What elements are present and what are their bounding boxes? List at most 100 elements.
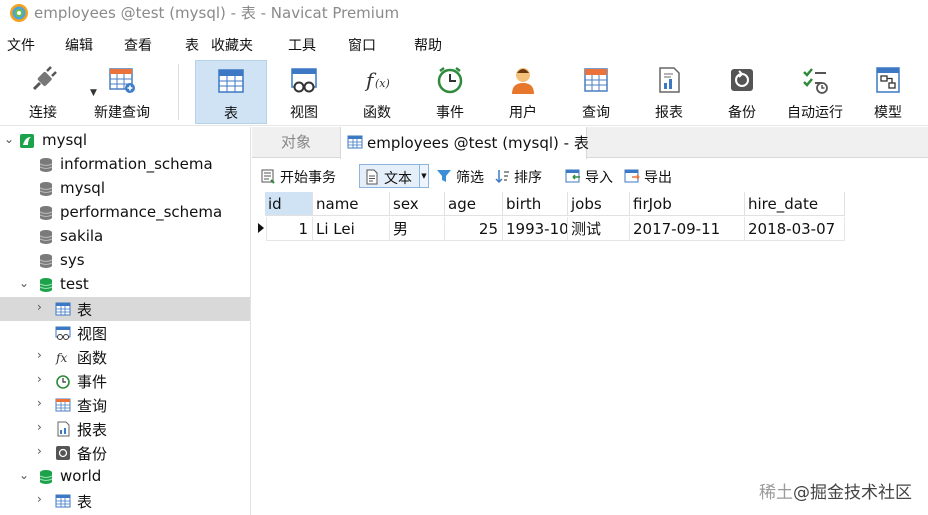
tree-node-label: mysql: [60, 179, 105, 197]
tree-node-label: world: [60, 467, 102, 485]
event-button[interactable]: 事件: [416, 60, 484, 124]
query-icon: [584, 68, 608, 92]
tree-node-label: 事件: [77, 373, 108, 391]
column-header-name[interactable]: name: [313, 192, 390, 216]
filter-label: 筛选: [456, 170, 484, 186]
view-button[interactable]: 视图: [270, 60, 338, 124]
import-label: 导入: [585, 170, 613, 186]
menu-tools[interactable]: 工具: [288, 35, 316, 55]
cell-name[interactable]: Li Lei: [313, 217, 390, 241]
database-icon: [39, 158, 53, 172]
chevron-right-icon[interactable]: ›: [37, 348, 42, 362]
user-button[interactable]: 用户: [489, 60, 557, 124]
svg-text:(x): (x): [375, 77, 390, 90]
column-header-firjob[interactable]: firJob: [630, 192, 745, 216]
tree-node-label: information_schema: [60, 155, 213, 173]
column-header-age[interactable]: age: [445, 192, 503, 216]
cell-id[interactable]: 1: [267, 217, 313, 241]
column-header-sex[interactable]: sex: [390, 192, 445, 216]
query-button[interactable]: 查询: [562, 60, 630, 124]
column-header-birth[interactable]: birth: [503, 192, 568, 216]
report-icon: [659, 67, 680, 93]
text-view-button[interactable]: 文本 ▼: [359, 164, 429, 188]
function-label: 函数: [363, 105, 391, 121]
database-icon: [39, 182, 53, 196]
plug-icon: [32, 66, 57, 91]
chevron-down-icon[interactable]: ⌄: [4, 132, 14, 146]
column-header-hire-date[interactable]: hire_date: [745, 192, 845, 216]
tree-connection-mysql[interactable]: ⌄ mysql: [0, 129, 250, 153]
cell-firjob[interactable]: 2017-09-11: [630, 217, 745, 241]
automation-button[interactable]: 自动运行: [781, 60, 849, 124]
tree-db-mysql[interactable]: mysql: [0, 177, 250, 201]
menu-table[interactable]: 表: [185, 35, 199, 55]
svg-text:fx: fx: [55, 351, 67, 365]
cell-hire-date[interactable]: 2018-03-07: [745, 217, 845, 241]
tree-item-functions[interactable]: › fx 函数: [0, 345, 250, 369]
tab-objects[interactable]: 对象: [252, 127, 340, 158]
tree-node-label: sys: [60, 251, 85, 269]
tree-item-tables[interactable]: › 表: [0, 297, 250, 321]
model-button[interactable]: 模型: [854, 60, 922, 124]
tree-db-world[interactable]: ⌄ world: [0, 465, 250, 489]
connect-button[interactable]: 连接 ▼: [14, 60, 97, 124]
tree-node-label: mysql: [42, 131, 87, 149]
tree-item-tables[interactable]: › 表: [0, 489, 250, 513]
cell-jobs[interactable]: 测试: [568, 217, 630, 241]
chevron-right-icon[interactable]: ›: [37, 372, 42, 386]
tree-item-reports[interactable]: › 报表: [0, 417, 250, 441]
function-button[interactable]: f (x) 函数: [343, 60, 411, 124]
watermark-text: @掘金技术社区: [793, 483, 912, 503]
menu-view[interactable]: 查看: [124, 35, 152, 55]
cell-age[interactable]: 25: [445, 217, 503, 241]
tree-db-sys[interactable]: sys: [0, 249, 250, 273]
tree-item-events[interactable]: › 事件: [0, 369, 250, 393]
database-open-icon: [39, 470, 53, 484]
menu-edit[interactable]: 编辑: [65, 35, 93, 55]
tree-db-performance-schema[interactable]: performance_schema: [0, 201, 250, 225]
chevron-right-icon[interactable]: ›: [37, 396, 42, 410]
report-button[interactable]: 报表: [635, 60, 703, 124]
column-header-jobs[interactable]: jobs: [568, 192, 630, 216]
cell-sex[interactable]: 男: [390, 217, 445, 241]
query-label: 查询: [582, 105, 610, 121]
tree-item-backups[interactable]: › 备份: [0, 441, 250, 465]
chevron-down-icon[interactable]: ▼: [419, 164, 429, 188]
chevron-down-icon[interactable]: ⌄: [19, 276, 29, 290]
chevron-right-icon[interactable]: ›: [37, 300, 42, 314]
tree-node-label: 函数: [77, 349, 108, 367]
report-label: 报表: [655, 105, 683, 121]
table-button[interactable]: 表: [195, 60, 267, 124]
begin-transaction-button[interactable]: 开始事务: [256, 164, 348, 188]
filter-button[interactable]: 筛选: [432, 164, 490, 188]
menu-favorites[interactable]: 收藏夹: [211, 35, 253, 55]
chevron-down-icon[interactable]: ⌄: [19, 468, 29, 482]
model-icon: [876, 67, 900, 93]
import-button[interactable]: 导入: [561, 164, 619, 188]
tree-db-information-schema[interactable]: information_schema: [0, 153, 250, 177]
data-toolbar: 开始事务 文本 ▼ 筛选 排序 导入 导出: [252, 161, 928, 191]
chevron-right-icon[interactable]: ›: [37, 492, 42, 506]
cell-birth[interactable]: 1993-10-: [503, 217, 568, 241]
tab-bar: 对象 employees @test (mysql) - 表: [252, 127, 928, 159]
backup-button[interactable]: 备份: [708, 60, 776, 124]
tree-item-queries[interactable]: › 查询: [0, 393, 250, 417]
menu-help[interactable]: 帮助: [414, 35, 442, 55]
menu-window[interactable]: 窗口: [348, 35, 376, 55]
tree-item-views[interactable]: 视图: [0, 321, 250, 345]
tab-employees-table[interactable]: employees @test (mysql) - 表: [340, 127, 589, 159]
new-query-button[interactable]: 新建查询: [86, 60, 158, 124]
view-icon: [55, 326, 71, 340]
column-header-id[interactable]: id: [265, 192, 313, 216]
menu-file[interactable]: 文件: [7, 35, 35, 55]
sort-button[interactable]: 排序: [490, 164, 548, 188]
database-open-icon: [39, 278, 53, 292]
sort-icon: [495, 170, 509, 184]
tree-db-test[interactable]: ⌄ test: [0, 273, 250, 297]
view-icon: [291, 68, 317, 93]
tree-db-sakila[interactable]: sakila: [0, 225, 250, 249]
export-button[interactable]: 导出: [620, 164, 678, 188]
chevron-right-icon[interactable]: ›: [37, 444, 42, 458]
chevron-right-icon[interactable]: ›: [37, 420, 42, 434]
backup-icon: [731, 69, 753, 91]
